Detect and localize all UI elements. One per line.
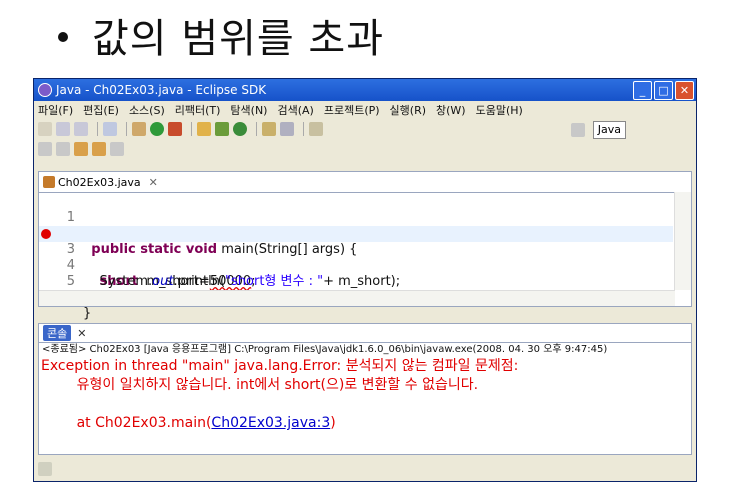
stack-prefix: at Ch02Ex03.main( [41, 415, 212, 431]
debug-icon[interactable] [132, 122, 146, 136]
java-perspective-button[interactable]: Java [592, 121, 626, 139]
bullet-icon [58, 32, 68, 42]
console-process-header: <종료됨> Ch02Ex03 [Java 응용프로그램] C:\Program … [42, 344, 608, 355]
new-package-icon[interactable] [215, 122, 229, 136]
stack-trace-link[interactable]: Ch02Ex03.java:3 [211, 415, 330, 431]
editor-tab-bar: Ch02Ex03.java ✕ [39, 172, 691, 193]
slide-title-text: 값의 범위를 초과 [92, 16, 385, 62]
status-bar [38, 460, 692, 478]
code-line: 6 } [39, 274, 673, 321]
terminal-icon[interactable] [103, 122, 117, 136]
menu-refactor[interactable]: 리팩터(T) [175, 102, 221, 118]
main-toolbar-row2 [34, 139, 696, 159]
search-icon[interactable] [280, 122, 294, 136]
code-line: 4 System.out.println("short형 변수 : "+ m_s… [39, 242, 673, 289]
java-file-icon [43, 176, 55, 188]
code-line: 5 } [39, 258, 673, 305]
code-line-error: 3 short m_short=50000; [39, 226, 673, 289]
window-title: Java - Ch02Ex03.java - Eclipse SDK [56, 83, 267, 97]
minimize-button[interactable]: _ [633, 80, 652, 100]
fast-view-icon[interactable] [38, 462, 52, 476]
menu-file[interactable]: 파일(F) [38, 102, 73, 118]
open-type-icon[interactable] [262, 122, 276, 136]
console-output[interactable]: Exception in thread "main" java.lang.Err… [39, 357, 691, 433]
menu-source[interactable]: 소스(S) [129, 102, 165, 118]
perspective-switcher: Java [570, 121, 626, 139]
slide-title: 값의 범위를 초과 [58, 6, 384, 64]
editor-tab-label: Ch02Ex03.java [58, 175, 141, 189]
maximize-button[interactable]: □ [654, 80, 673, 100]
menu-bar: 파일(F) 편집(E) 소스(S) 리팩터(T) 탐색(N) 검색(A) 프로젝… [34, 101, 696, 119]
menu-help[interactable]: 도움말(H) [476, 102, 523, 118]
console-tab[interactable]: 콘솔 [43, 325, 72, 341]
annotation-icon[interactable] [309, 122, 323, 136]
code-line: 2⊖ public static void main(String[] args… [39, 210, 673, 257]
menu-run[interactable]: 실행(R) [390, 102, 426, 118]
print-icon[interactable] [74, 122, 88, 136]
back-icon[interactable] [92, 142, 106, 156]
exception-line: Exception in thread "main" java.lang.Err… [41, 358, 519, 374]
error-marker-icon[interactable] [41, 229, 51, 239]
code-editor[interactable]: Ch02Ex03.java ✕ 1 public class Ch02Ex03 … [38, 171, 692, 321]
forward-icon[interactable] [110, 142, 124, 156]
eclipse-window: Java - Ch02Ex03.java - Eclipse SDK _ □ ✕… [33, 78, 697, 482]
new-java-project-icon[interactable] [197, 122, 211, 136]
save-icon[interactable] [56, 122, 70, 136]
external-tools-icon[interactable] [168, 122, 182, 136]
menu-search[interactable]: 검색(A) [277, 102, 313, 118]
close-button[interactable]: ✕ [675, 80, 694, 100]
code-text: } [83, 306, 92, 321]
console-tab-bar: 콘솔 ✕ [39, 324, 691, 343]
menu-window[interactable]: 창(W) [436, 102, 466, 118]
next-annotation-icon[interactable] [38, 142, 52, 156]
console-view: 콘솔 ✕ <종료됨> Ch02Ex03 [Java 응용프로그램] C:\Pro… [38, 323, 692, 455]
code-line: 1 public class Ch02Ex03 { [39, 194, 673, 241]
run-icon[interactable] [150, 122, 164, 136]
menu-edit[interactable]: 편집(E) [83, 102, 119, 118]
window-titlebar: Java - Ch02Ex03.java - Eclipse SDK _ □ ✕ [34, 79, 696, 101]
code-area[interactable]: 1 public class Ch02Ex03 { 2⊖ public stat… [39, 194, 673, 321]
stack-suffix: ) [330, 415, 336, 431]
editor-vertical-scrollbar[interactable] [674, 192, 691, 290]
last-edit-icon[interactable] [74, 142, 88, 156]
close-tab-icon[interactable]: ✕ [149, 176, 158, 189]
menu-project[interactable]: 프로젝트(P) [324, 102, 380, 118]
open-perspective-icon[interactable] [570, 123, 585, 137]
close-console-icon[interactable]: ✕ [77, 327, 86, 340]
editor-tab[interactable]: Ch02Ex03.java ✕ [43, 176, 158, 189]
prev-annotation-icon[interactable] [56, 142, 70, 156]
editor-horizontal-scrollbar[interactable] [39, 290, 675, 306]
eclipse-icon [38, 83, 52, 97]
menu-navigate[interactable]: 탐색(N) [230, 102, 267, 118]
new-icon[interactable] [38, 122, 52, 136]
error-detail-line: 유형이 일치하지 않습니다. int에서 short(으)로 변환할 수 없습니… [41, 377, 479, 393]
new-class-icon[interactable] [233, 122, 247, 136]
